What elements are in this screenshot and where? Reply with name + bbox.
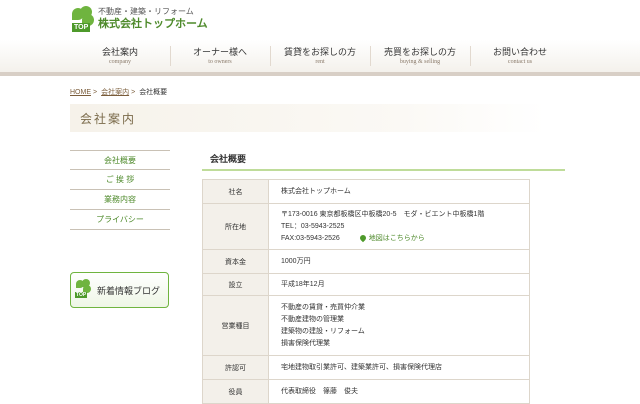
table-row: 社名 株式会社トップホーム	[202, 179, 530, 204]
nav-sublabel: company	[109, 59, 131, 65]
nav-label: オーナー様へ	[192, 47, 247, 57]
nav-sublabel: rent	[315, 59, 325, 65]
row-label: 営業種目	[202, 295, 269, 356]
row-value: 1000万円	[268, 249, 530, 274]
row-value: 〒173-0016 東京都板橋区中板橋20-5 モダ・ビエント中板橋1階 TEL…	[268, 203, 530, 250]
row-label: 設立	[202, 273, 269, 296]
row-label: 社名	[202, 179, 269, 204]
sidebar-item-greeting[interactable]: ご 挨 拶	[70, 170, 170, 190]
tel-text: TEL：03-5943-2525	[281, 222, 345, 230]
business-line: 不動産建物の管理業	[281, 315, 344, 323]
logo-tagline: 不動産・建築・リフォーム	[98, 7, 194, 16]
nav-item-company[interactable]: 会社案内 company	[70, 40, 170, 72]
page-title-bar: 会社案内	[70, 104, 546, 132]
company-profile-table: 社名 株式会社トップホーム 所在地 〒173-0016 東京都板橋区中板橋20-…	[202, 179, 530, 404]
nav-item-contact[interactable]: お問い合わせ contact us	[470, 40, 570, 72]
business-line: 損害保険代理業	[281, 339, 330, 347]
global-nav: 会社案内 company オーナー様へ to owners 賃貸をお探しの方 r…	[0, 40, 640, 76]
row-value: 株式会社トップホーム	[268, 179, 530, 204]
site-logo[interactable]: TOP 不動産・建築・リフォーム 株式会社トップホーム	[70, 6, 208, 34]
breadcrumb-home-link[interactable]: HOME	[70, 89, 91, 96]
nav-label: 売買をお探しの方	[383, 47, 456, 57]
sidebar-menu: 会社概要 ご 挨 拶 業務内容 プライバシー	[70, 150, 170, 230]
sidebar-item-business[interactable]: 業務内容	[70, 190, 170, 210]
breadcrumb-company-link[interactable]: 会社案内	[101, 89, 129, 96]
address-text: 〒173-0016 東京都板橋区中板橋20-5 モダ・ビエント中板橋1階	[281, 210, 485, 218]
nav-item-buying-selling[interactable]: 売買をお探しの方 buying & selling	[370, 40, 470, 72]
map-link[interactable]: 地図はこちらから	[358, 233, 425, 242]
logo-company-name: 株式会社トップホーム	[98, 18, 208, 30]
row-value: 宅地建物取引業許可、建築業許可、損害保険代理店	[268, 355, 530, 380]
breadcrumb-current: 会社概要	[139, 89, 168, 96]
map-pin-icon	[358, 233, 367, 242]
row-label: 資本金	[202, 249, 269, 274]
blog-banner-label: 新着情報ブログ	[97, 285, 161, 296]
table-row: 許認可 宅地建物取引業許可、建築業許可、損害保険代理店	[202, 355, 530, 380]
blog-banner-link[interactable]: TOP 新着情報ブログ	[70, 272, 169, 308]
table-row: 設立 平成18年12月	[202, 273, 530, 296]
table-row: 資本金 1000万円	[202, 249, 530, 274]
row-value: 不動産の賃貸・売買仲介業 不動産建物の管理業 建築物の建設・リフォーム 損害保険…	[268, 295, 530, 356]
sidebar-item-overview[interactable]: 会社概要	[70, 150, 170, 170]
table-row: 所在地 〒173-0016 東京都板橋区中板橋20-5 モダ・ビエント中板橋1階…	[202, 203, 530, 250]
clover-logo-icon: TOP	[70, 6, 96, 34]
clover-logo-icon: TOP	[75, 279, 93, 301]
nav-sublabel: contact us	[507, 59, 533, 65]
blog-badge: TOP	[75, 292, 88, 298]
nav-label: 賃貸をお探しの方	[283, 47, 356, 57]
business-line: 建築物の建設・リフォーム	[281, 327, 365, 335]
row-label: 所在地	[202, 203, 269, 250]
nav-sublabel: buying & selling	[399, 59, 441, 65]
nav-sublabel: to owners	[208, 59, 232, 65]
row-value: 平成18年12月	[268, 273, 530, 296]
nav-label: 会社案内	[101, 47, 138, 57]
main-content: 会社概要 社名 株式会社トップホーム 所在地 〒173-0016 東京都板橋区中…	[202, 152, 565, 404]
nav-label: お問い合わせ	[492, 47, 547, 57]
logo-badge: TOP	[72, 23, 91, 32]
site-header: TOP 不動産・建築・リフォーム 株式会社トップホーム	[0, 0, 640, 40]
breadcrumb-separator: >	[93, 89, 98, 96]
row-label: 許認可	[202, 355, 269, 380]
nav-item-rent[interactable]: 賃貸をお探しの方 rent	[270, 40, 370, 72]
nav-item-owners[interactable]: オーナー様へ to owners	[170, 40, 270, 72]
fax-text: FAX:03-5943-2526	[281, 234, 340, 242]
sidebar-item-privacy[interactable]: プライバシー	[70, 210, 170, 230]
business-line: 不動産の賃貸・売買仲介業	[281, 303, 365, 311]
section-title: 会社概要	[202, 152, 565, 171]
breadcrumb: HOME > 会社案内 > 会社概要	[70, 87, 167, 97]
table-row: 営業種目 不動産の賃貸・売買仲介業 不動産建物の管理業 建築物の建設・リフォーム…	[202, 295, 530, 356]
map-link-label: 地図はこちらから	[368, 234, 425, 242]
breadcrumb-separator: >	[131, 89, 136, 96]
page-title: 会社案内	[80, 112, 137, 126]
